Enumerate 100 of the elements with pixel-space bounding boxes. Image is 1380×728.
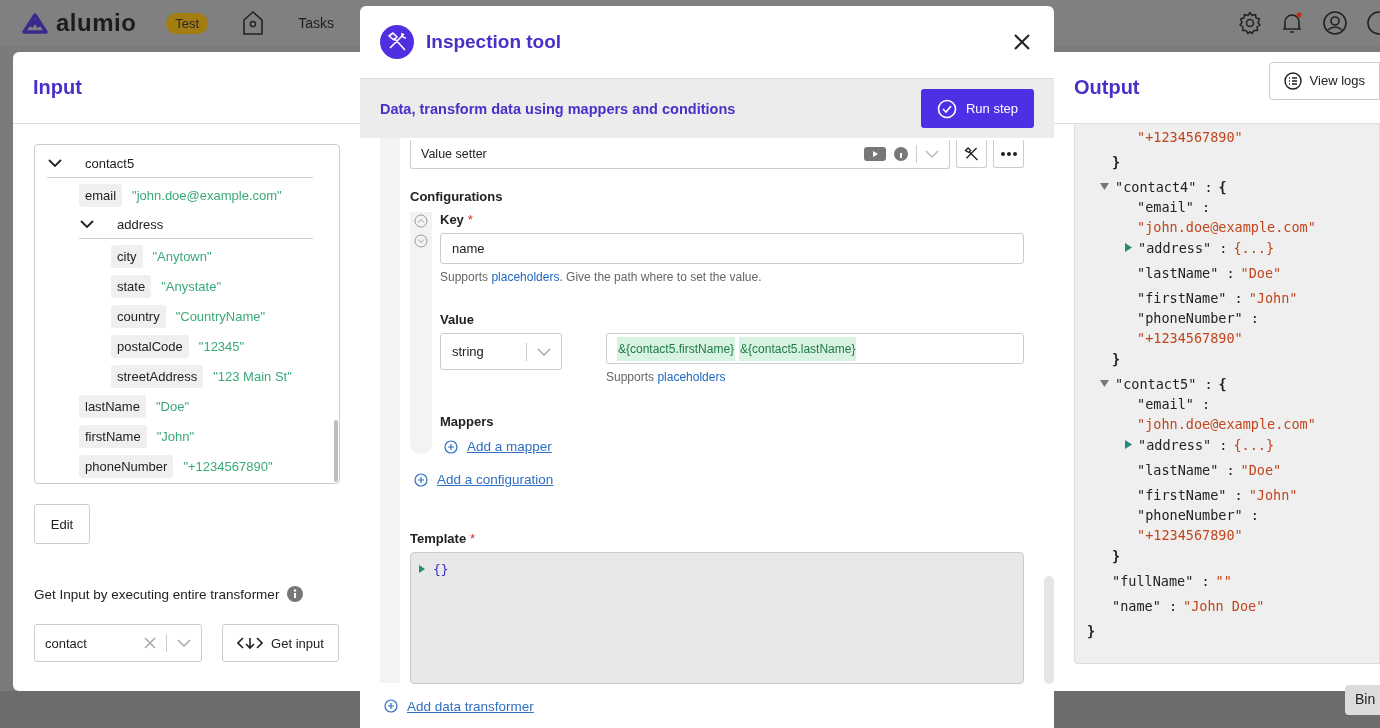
- tree-value: "12345": [198, 338, 245, 354]
- template-editor[interactable]: {}: [410, 552, 1024, 684]
- run-step-button[interactable]: Run step: [920, 89, 1034, 128]
- expand-triangle-icon[interactable]: [1100, 380, 1109, 387]
- tree-value: "Anytown": [152, 248, 212, 264]
- json-brace: {: [1218, 375, 1227, 392]
- json-brace: }: [1112, 350, 1121, 367]
- home-icon[interactable]: [242, 10, 265, 36]
- view-logs-button[interactable]: View logs: [1268, 61, 1380, 100]
- tree-value: "Anystate": [161, 278, 221, 294]
- json-key: "phoneNumber" :: [1137, 507, 1259, 523]
- help-text: Supports placeholders: [606, 370, 727, 384]
- tree-key: streetAddress: [111, 364, 204, 388]
- tree-key: firstName: [79, 424, 147, 448]
- expand-triangle-icon[interactable]: [1125, 440, 1132, 449]
- section-label: Configurations: [410, 189, 504, 204]
- tools-icon: [380, 25, 414, 59]
- scrollbar[interactable]: [1044, 576, 1054, 684]
- play-icon[interactable]: [864, 147, 886, 161]
- tree-value: "Doe": [155, 398, 189, 414]
- json-value: "John Doe": [1183, 597, 1265, 614]
- required-mark: *: [470, 531, 476, 546]
- environment-badge: Test: [166, 12, 209, 34]
- key-input[interactable]: name: [440, 233, 1024, 264]
- json-key: "contact5" :: [1115, 375, 1213, 392]
- tools-button[interactable]: [956, 140, 987, 168]
- expand-triangle-icon[interactable]: [419, 565, 425, 573]
- add-data-transformer-link[interactable]: Add data transformer: [407, 698, 534, 714]
- expand-triangle-icon[interactable]: [1125, 243, 1132, 252]
- tree-key: state: [111, 274, 152, 298]
- json-summary[interactable]: {...}: [1233, 239, 1275, 256]
- tree-key: phoneNumber: [79, 454, 174, 478]
- template-code: {}: [433, 562, 449, 577]
- json-brace: }: [1112, 153, 1121, 170]
- bell-icon[interactable]: [1280, 11, 1304, 35]
- json-key: "name" :: [1112, 597, 1178, 614]
- tree-key: country: [111, 304, 166, 328]
- tooltip: Bin: [1345, 685, 1380, 715]
- tree-value: "john.doe@example.com": [132, 187, 282, 203]
- tree-value: "+1234567890": [183, 458, 273, 474]
- json-key: "email" :: [1137, 396, 1211, 412]
- list-icon: [1283, 71, 1302, 90]
- help-text: Supports placeholders. Give the path where to set the value.: [440, 270, 763, 284]
- tree-key: address: [117, 216, 164, 232]
- step-select[interactable]: Value setter: [410, 140, 950, 169]
- json-value: "+1234567890": [1137, 128, 1243, 145]
- tree-value: "123 Main St": [213, 368, 292, 384]
- add-icon[interactable]: [444, 439, 458, 454]
- json-value: "john.doe@example.com": [1137, 219, 1316, 235]
- placeholders-link[interactable]: placeholders: [657, 370, 726, 384]
- expand-triangle-icon[interactable]: [1100, 183, 1109, 190]
- json-summary[interactable]: {...}: [1233, 436, 1275, 453]
- nav-link[interactable]: Tasks: [298, 15, 334, 31]
- json-brace: {: [1218, 178, 1227, 195]
- dialog-title: Inspection tool: [426, 31, 563, 53]
- chevron-icon[interactable]: [79, 219, 95, 229]
- json-key: "email" :: [1137, 199, 1211, 215]
- info-icon[interactable]: [894, 147, 908, 161]
- info-icon[interactable]: [287, 586, 304, 602]
- json-key: "phoneNumber" :: [1137, 310, 1259, 326]
- download-code-icon: [237, 636, 264, 650]
- type-select[interactable]: string: [440, 333, 562, 370]
- tree-value: "CountryName": [175, 308, 266, 324]
- more-button[interactable]: [993, 140, 1024, 168]
- user-icon[interactable]: [1322, 10, 1348, 36]
- chevron-icon[interactable]: [47, 158, 63, 168]
- field-label: Key: [440, 212, 464, 227]
- scrollbar[interactable]: [334, 420, 338, 482]
- add-mapper-link[interactable]: Add a mapper: [467, 439, 552, 454]
- json-key: "firstName" :: [1137, 289, 1243, 306]
- tree-value: "John": [156, 428, 195, 444]
- add-icon[interactable]: [414, 472, 428, 487]
- json-value: "john.doe@example.com": [1137, 416, 1316, 432]
- edit-button[interactable]: Edit: [34, 504, 90, 544]
- json-value: "Doe": [1240, 264, 1282, 281]
- tree-key: lastName: [79, 394, 146, 418]
- json-key: "address" :: [1138, 436, 1228, 453]
- profile-icon[interactable]: [1366, 10, 1380, 36]
- field-label: Template: [410, 531, 467, 546]
- json-key: "contact4" :: [1115, 178, 1213, 195]
- section-label: Mappers: [440, 414, 495, 429]
- json-value: "": [1215, 572, 1232, 589]
- transformer-select[interactable]: contact: [34, 624, 202, 662]
- add-icon[interactable]: [384, 699, 398, 713]
- json-value: "+1234567890": [1137, 527, 1243, 543]
- value-input[interactable]: &{contact5.firstName} &{contact5.lastName}: [606, 333, 1024, 364]
- json-key: "firstName" :: [1137, 486, 1243, 503]
- json-value: "John": [1248, 486, 1298, 503]
- tree-key: email: [79, 183, 123, 207]
- check-circle-icon: [936, 98, 957, 119]
- brand-name: alumio: [56, 9, 137, 37]
- clear-icon[interactable]: [144, 637, 156, 649]
- required-mark: *: [467, 212, 473, 227]
- get-input-button[interactable]: Get input: [222, 624, 339, 662]
- panel-title: Input: [33, 76, 82, 99]
- settings-icon[interactable]: [1238, 11, 1262, 35]
- add-configuration-link[interactable]: Add a configuration: [437, 472, 554, 487]
- close-icon[interactable]: [1014, 34, 1030, 50]
- tree-key: contact5: [85, 155, 135, 171]
- json-key: "lastName" :: [1137, 264, 1235, 281]
